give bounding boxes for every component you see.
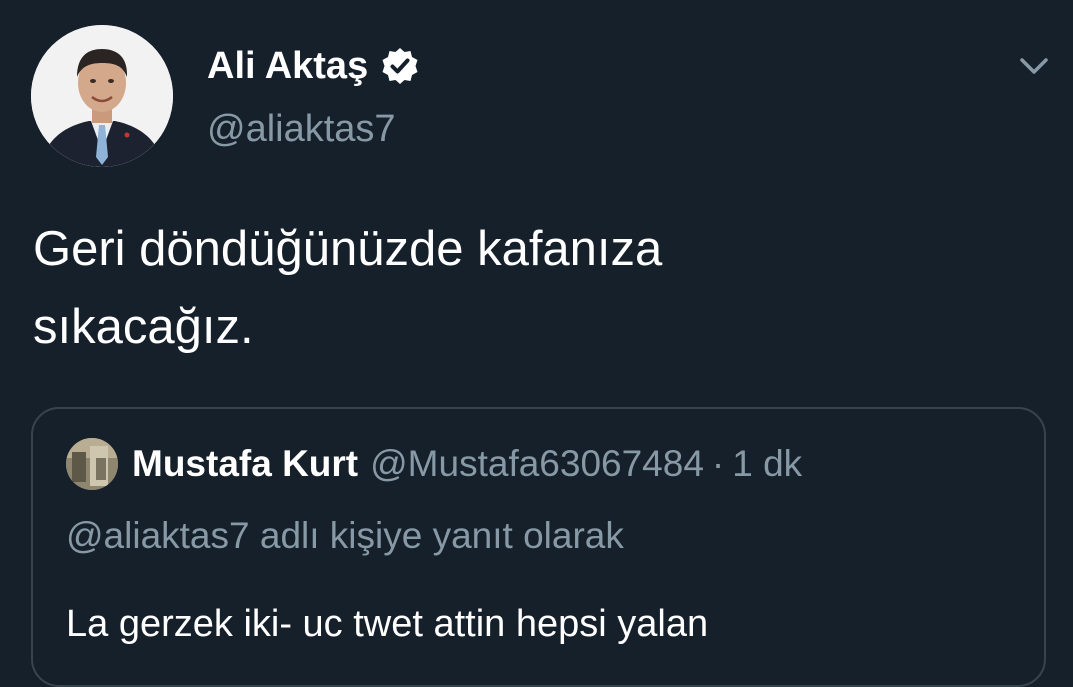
profile-photo-icon: [31, 25, 173, 167]
quoted-author-handle[interactable]: @Mustafa63067484: [370, 443, 704, 485]
quoted-tweet-time[interactable]: 1 dk: [732, 443, 802, 485]
quoted-author-name[interactable]: Mustafa Kurt: [132, 443, 358, 485]
quoted-tweet-text: La gerzek iki- uc twet attin hepsi yalan: [66, 603, 709, 645]
chevron-down-icon[interactable]: [1012, 48, 1056, 84]
tweet-text-line-1: Geri döndüğünüzde kafanıza: [33, 222, 663, 276]
tweet-card: Ali Aktaş @aliaktas7 Geri döndüğünüzde k…: [0, 0, 1073, 687]
quoted-author-avatar[interactable]: [66, 438, 118, 490]
author-avatar[interactable]: [31, 25, 173, 167]
tweet-text: Geri döndüğünüzde kafanıza sıkacağız.: [33, 210, 1033, 366]
quoted-tweet-header: Mustafa Kurt @Mustafa63067484 · 1 dk: [66, 436, 802, 492]
reply-context: @aliaktas7 adlı kişiye yanıt olarak: [66, 515, 624, 556]
author-name-row: Ali Aktaş: [207, 42, 420, 90]
quoted-tweet-card[interactable]: Mustafa Kurt @Mustafa63067484 · 1 dk @al…: [31, 407, 1046, 687]
verified-badge-icon: [382, 48, 418, 84]
profile-photo-icon: [66, 438, 118, 490]
meta-separator: ·: [711, 443, 725, 484]
tweet-text-line-2: sıkacağız.: [33, 300, 254, 354]
author-name[interactable]: Ali Aktaş: [207, 45, 368, 88]
author-handle[interactable]: @aliaktas7: [207, 108, 396, 151]
